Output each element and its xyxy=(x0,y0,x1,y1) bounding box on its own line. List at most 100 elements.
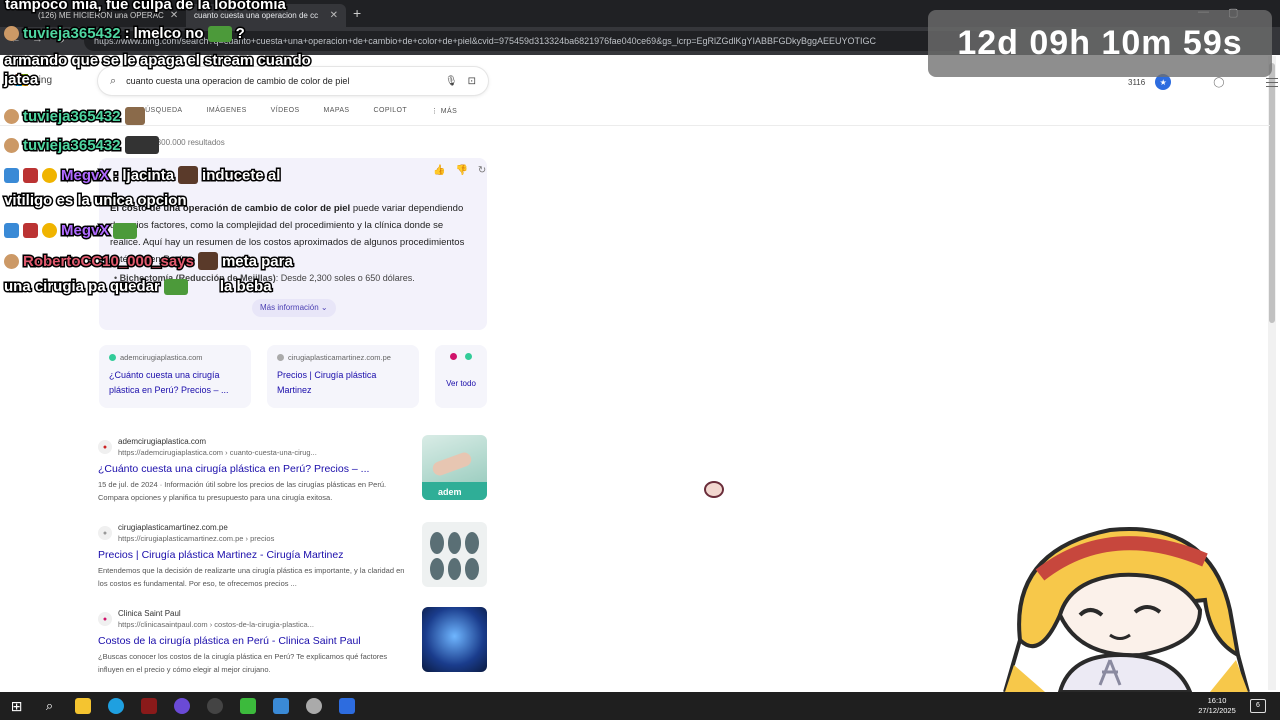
see-all-label: Ver todo xyxy=(446,379,476,388)
app-icon[interactable] xyxy=(231,692,264,720)
taskbar: ⊞ ⌕ xyxy=(0,692,1280,720)
scrollbar-thumb[interactable] xyxy=(1269,63,1275,323)
frog-emote-icon xyxy=(163,278,188,295)
bullet-text: : Desde 2,300 soles o 650 dólares. xyxy=(275,273,415,283)
chat-text: meta para xyxy=(220,251,294,271)
thumbnail-label: adem xyxy=(438,487,462,497)
source-card[interactable]: ademcirugiaplastica.com ¿Cuánto cuesta u… xyxy=(99,345,251,408)
result-snippet: 15 de jul. de 2024 · Información útil so… xyxy=(98,480,387,502)
emote-icon xyxy=(197,252,218,270)
chat-avatar-icon xyxy=(4,108,19,124)
refresh-icon[interactable]: ↻ xyxy=(478,165,486,176)
start-icon[interactable]: ⊞ xyxy=(0,692,33,720)
site-favicon-icon xyxy=(109,354,116,361)
chat-message: RobertoCC10_000_says meta para xyxy=(4,251,294,271)
app-icon[interactable] xyxy=(330,692,363,720)
tab-search[interactable]: BÚSQUEDA xyxy=(140,107,183,115)
source-card[interactable]: cirugiaplasticamartinez.com.pe Precios |… xyxy=(267,345,419,408)
emote-icon xyxy=(124,136,159,154)
clock-date: 27/12/2025 xyxy=(1198,706,1236,715)
microphone-icon[interactable]: 🎙 xyxy=(445,76,458,87)
visual-search-icon[interactable]: ⊡ xyxy=(468,76,476,87)
chat-message: armando que se le apaga el stream cuando… xyxy=(3,51,313,90)
tab-videos[interactable]: VÍDEOS xyxy=(271,107,300,115)
site-favicon-icon: ● xyxy=(98,526,112,540)
result-thumbnail[interactable] xyxy=(422,607,487,672)
tab-images[interactable]: IMÁGENES xyxy=(207,107,247,115)
chat-message: tuvieja365432 xyxy=(4,106,145,126)
more-info-label: Más información xyxy=(260,303,319,312)
stream-title: tampoco mia, fue culpa de la lobotomia xyxy=(4,0,288,15)
chat-message: MegvX xyxy=(4,221,138,241)
site-favicon-icon: ● xyxy=(98,440,112,454)
emote-icon xyxy=(178,166,199,184)
result-title[interactable]: Costos de la cirugía plástica en Perú - … xyxy=(98,635,408,647)
result-snippet: ¿Buscas conocer los costos de la cirugía… xyxy=(98,652,388,674)
chat-separator: : xyxy=(112,165,120,185)
chat-text: la beba xyxy=(218,277,273,297)
more-info-button[interactable]: Más información ⌄ xyxy=(252,299,336,317)
chat-text: ljacinta xyxy=(121,165,176,185)
app-icon[interactable] xyxy=(132,692,165,720)
site-favicon-icon xyxy=(277,354,284,361)
site-favicon-icon xyxy=(465,353,472,360)
chat-avatar-icon xyxy=(4,137,19,153)
chat-text: inducete al xyxy=(201,165,282,185)
edge-icon[interactable] xyxy=(99,692,132,720)
result-thumbnail[interactable]: adem xyxy=(422,435,487,500)
menu-icon[interactable] xyxy=(1266,75,1279,90)
search-icon[interactable]: ⌕ xyxy=(33,692,66,720)
notification-icon[interactable]: 6 xyxy=(1250,699,1266,713)
clock-time: 16:10 xyxy=(1207,696,1227,705)
app-icon[interactable] xyxy=(165,692,198,720)
search-result: ● Clinica Saint Paul https://clinicasaintp… xyxy=(98,608,408,676)
thumbs-down-icon[interactable]: 👎 xyxy=(455,165,467,176)
chat-message: una cirugia pa quedar la beba xyxy=(3,277,274,297)
app-icon[interactable] xyxy=(264,692,297,720)
sub-badge-icon xyxy=(23,223,38,238)
tab-maps[interactable]: MAPAS xyxy=(324,107,350,115)
result-site: ademcirugiaplastica.com xyxy=(118,437,207,446)
see-all-card[interactable]: Ver todo xyxy=(435,345,487,408)
tab-more[interactable]: ⋮ MÁS xyxy=(431,107,457,115)
emote-icon xyxy=(124,107,145,125)
frog-emote-icon xyxy=(113,222,138,239)
chat-text: una cirugia pa quedar xyxy=(3,277,162,297)
mod-badge-icon xyxy=(4,223,19,238)
account-icon[interactable]: ◯ xyxy=(1213,77,1224,88)
file-explorer-icon[interactable] xyxy=(66,692,99,720)
chat-username: MegvX xyxy=(59,165,110,185)
result-title[interactable]: ¿Cuánto cuesta una cirugía plástica en P… xyxy=(98,463,408,475)
source-domain: ademcirugiaplastica.com xyxy=(120,353,203,362)
chat-separator: : xyxy=(123,24,131,44)
result-path[interactable]: https://ademcirugiaplastica.com › cuanto… xyxy=(118,448,317,457)
tab-copilot[interactable]: COPILOT xyxy=(374,107,408,115)
site-favicon-icon: ● xyxy=(98,612,112,626)
chat-message: vitiligo es la unica opcion xyxy=(3,191,189,211)
chat-message: tuvieja365432: lmelco no ? xyxy=(4,24,246,44)
obs-icon[interactable] xyxy=(198,692,231,720)
frog-emote-icon xyxy=(207,25,232,42)
result-path[interactable]: https://clinicasaintpaul.com › costos-de… xyxy=(118,620,314,629)
cursor-avatar-icon xyxy=(704,481,724,498)
feedback-controls: 👍 👎 ↻ xyxy=(433,165,486,176)
header-divider xyxy=(0,125,1270,126)
new-tab-icon[interactable]: + xyxy=(353,5,361,21)
app-icon[interactable] xyxy=(297,692,330,720)
stream-timer: 12d 09h 10m 59s xyxy=(928,10,1272,77)
close-icon[interactable]: ✕ xyxy=(330,10,338,21)
search-result: ● ademcirugiaplastica.com https://ademciru… xyxy=(98,436,408,504)
bits-badge-icon xyxy=(42,223,57,238)
result-site: Clinica Saint Paul xyxy=(118,609,181,618)
site-favicon-icon xyxy=(450,353,457,360)
taskbar-clock[interactable]: 16:10 27/12/2025 xyxy=(1196,696,1238,716)
mod-badge-icon xyxy=(4,167,19,183)
result-title[interactable]: Precios | Cirugía plástica Martinez - Ci… xyxy=(98,549,408,561)
result-path[interactable]: https://cirugiaplasticamartinez.com.pe ›… xyxy=(118,534,274,543)
result-snippet: Entendemos que la decisión de realizarte… xyxy=(98,566,405,588)
thumbs-up-icon[interactable]: 👍 xyxy=(433,165,445,176)
rewards-points[interactable]: 3116 xyxy=(1128,78,1145,87)
result-thumbnail[interactable] xyxy=(422,522,487,587)
search-nav-tabs: BÚSQUEDA IMÁGENES VÍDEOS MAPAS COPILOT ⋮… xyxy=(140,107,457,115)
streamer-avatar-illustration xyxy=(1003,527,1250,692)
